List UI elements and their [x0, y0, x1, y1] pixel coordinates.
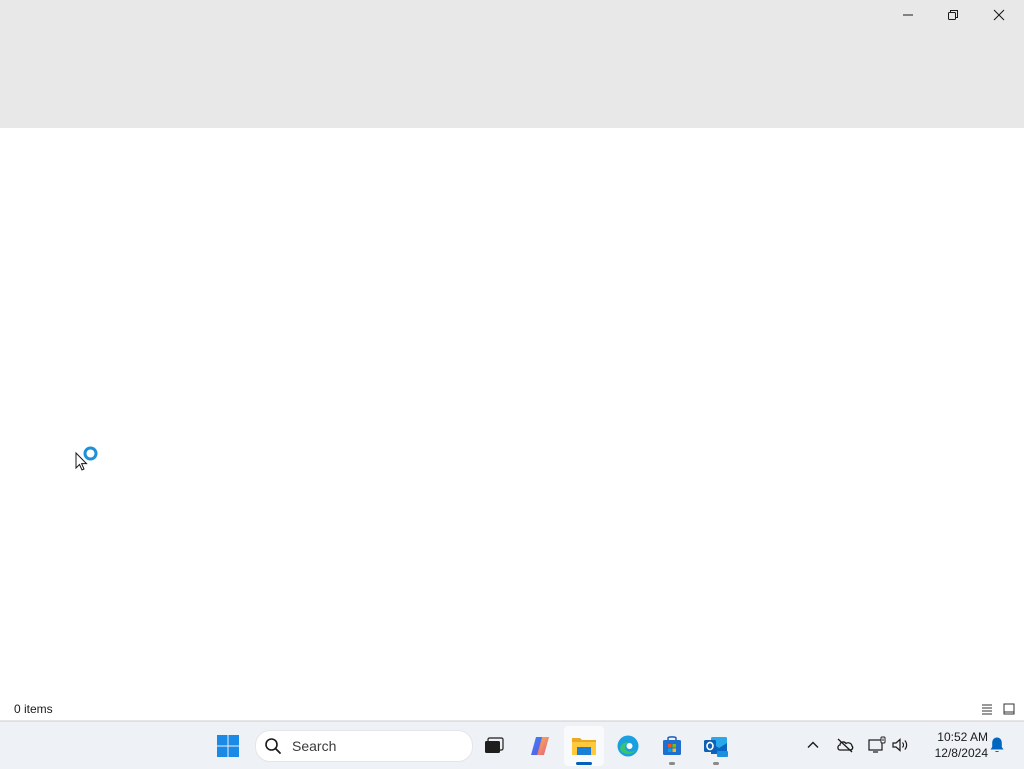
running-indicator	[669, 762, 675, 765]
edge-button[interactable]	[608, 726, 648, 766]
start-button[interactable]	[208, 726, 248, 766]
window-header	[0, 0, 1024, 128]
cloud-offline-icon	[837, 738, 854, 753]
clock-date: 12/8/2024	[934, 746, 988, 760]
taskbar-search-box[interactable]: Search	[255, 730, 473, 762]
minimize-icon	[902, 14, 913, 16]
taskbar: Search 10:52 AM 12/8/2024	[0, 721, 1024, 769]
tiles-view-icon	[1003, 703, 1015, 715]
file-explorer-button[interactable]	[564, 726, 604, 766]
task-view-icon	[485, 737, 504, 753]
volume-icon	[892, 738, 908, 752]
store-icon	[663, 736, 681, 755]
volume-button[interactable]	[890, 734, 912, 756]
bell-icon	[990, 737, 1004, 753]
search-icon	[265, 738, 281, 754]
copilot-button[interactable]	[520, 726, 560, 766]
clock-time: 10:52 AM	[937, 730, 988, 744]
network-icon	[868, 736, 886, 753]
restore-button[interactable]	[930, 0, 975, 30]
restore-icon	[947, 10, 958, 20]
copilot-icon	[531, 737, 549, 755]
outlook-icon	[704, 737, 728, 757]
store-button[interactable]	[652, 726, 692, 766]
running-indicator	[713, 762, 719, 765]
windows-logo-icon	[217, 735, 239, 757]
minimize-button[interactable]	[885, 0, 930, 30]
edge-icon	[617, 735, 639, 757]
clock[interactable]: 10:52 AM 12/8/2024	[918, 729, 988, 761]
content-pane[interactable]	[0, 128, 1024, 698]
details-view-button[interactable]	[978, 700, 996, 718]
chevron-up-icon	[807, 741, 819, 748]
busy-cursor-icon	[75, 446, 98, 471]
item-count: 0 items	[14, 702, 53, 716]
close-button[interactable]	[976, 0, 1021, 30]
folder-icon	[572, 738, 596, 755]
search-placeholder: Search	[292, 738, 337, 754]
onedrive-button[interactable]	[834, 734, 856, 756]
outlook-button[interactable]	[696, 726, 736, 766]
notifications-button[interactable]	[986, 734, 1008, 756]
task-view-button[interactable]	[474, 726, 514, 766]
active-indicator	[576, 762, 592, 765]
details-view-icon	[982, 704, 992, 715]
network-button[interactable]	[866, 734, 888, 756]
tiles-view-button[interactable]	[1000, 700, 1018, 718]
status-bar: 0 items	[0, 698, 1024, 721]
show-hidden-icons-button[interactable]	[802, 734, 824, 756]
close-icon	[993, 9, 1004, 21]
